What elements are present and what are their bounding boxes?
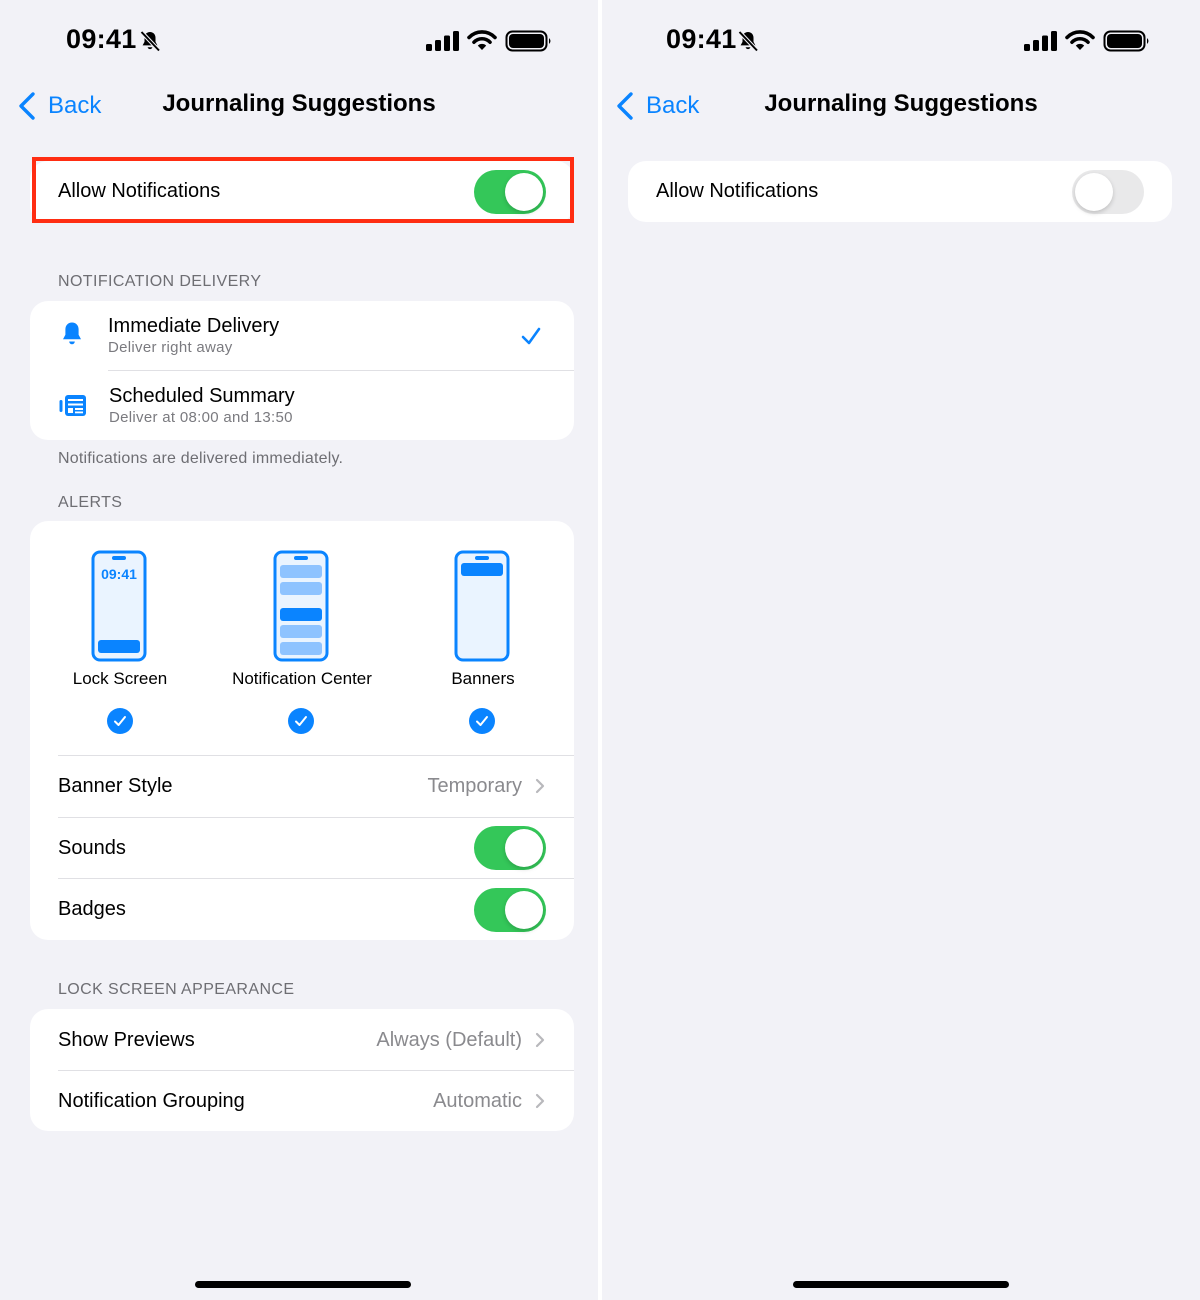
section-header-notification-delivery: NOTIFICATION DELIVERY <box>58 273 262 290</box>
left-screen: 09:41 Back Journaling Suggestions Allow … <box>0 0 598 1300</box>
lock-screen-label: Lock Screen <box>72 669 168 688</box>
badges-row: Badges <box>30 879 574 940</box>
right-screen: 09:41 Back Journaling Suggestions Allow … <box>602 0 1200 1300</box>
alerts-group: 09:41 Lock Screen Notification Center Ba… <box>30 521 574 940</box>
notification-center-label: Notification Center <box>232 669 372 688</box>
allow-notifications-row: Allow Notifications <box>628 161 1172 222</box>
toggle-knob <box>505 891 543 929</box>
toggle-knob <box>505 829 543 867</box>
checkmark-icon <box>521 327 541 345</box>
page-title: Journaling Suggestions <box>162 90 436 117</box>
alert-option-lock-screen[interactable]: 09:41 Lock Screen <box>30 521 210 751</box>
status-time: 09:41 <box>66 24 137 54</box>
checkmark-icon <box>295 716 307 726</box>
show-previews-row[interactable]: Show Previews Always (Default) <box>30 1009 574 1070</box>
cellular-signal-icon <box>1024 31 1057 51</box>
allow-notifications-label: Allow Notifications <box>656 180 819 202</box>
alert-option-notification-center[interactable]: Notification Center <box>212 521 392 751</box>
sounds-row: Sounds <box>30 818 574 878</box>
banner-style-row[interactable]: Banner Style Temporary <box>30 756 574 817</box>
immediate-delivery-subtitle: Deliver right away <box>108 339 233 356</box>
chevron-right-icon <box>535 778 545 794</box>
allow-notifications-toggle[interactable] <box>1072 170 1144 214</box>
wifi-icon <box>1065 30 1095 50</box>
badges-toggle[interactable] <box>474 888 546 932</box>
wifi-icon <box>467 30 497 50</box>
banners-check <box>469 708 495 734</box>
banners-label: Banners <box>451 669 515 688</box>
sounds-label: Sounds <box>58 837 126 859</box>
notification-center-check <box>288 708 314 734</box>
checkmark-icon <box>114 716 126 726</box>
scheduled-summary-title: Scheduled Summary <box>109 385 295 407</box>
battery-full-icon <box>1103 30 1149 52</box>
notification-grouping-value: Automatic <box>433 1090 522 1112</box>
section-header-alerts: ALERTS <box>58 494 123 511</box>
lock-screen-check <box>107 708 133 734</box>
alert-option-banners[interactable]: Banners <box>393 521 573 751</box>
notification-delivery-group: Immediate Delivery Deliver right away Sc… <box>30 301 574 440</box>
scheduled-summary-icon <box>59 395 86 416</box>
notification-center-phone-icon <box>273 550 329 662</box>
banners-phone-icon <box>454 550 510 662</box>
status-time: 09:41 <box>666 24 737 54</box>
cellular-signal-icon <box>426 31 459 51</box>
immediate-delivery-option[interactable]: Immediate Delivery Deliver right away <box>30 301 574 371</box>
scheduled-summary-subtitle: Deliver at 08:00 and 13:50 <box>109 409 293 426</box>
banner-style-label: Banner Style <box>58 775 173 797</box>
toggle-knob <box>1075 173 1113 211</box>
badges-label: Badges <box>58 898 126 920</box>
home-indicator[interactable] <box>793 1281 1009 1288</box>
show-previews-label: Show Previews <box>58 1029 195 1051</box>
chevron-right-icon <box>535 1093 545 1109</box>
sounds-toggle[interactable] <box>474 826 546 870</box>
notification-delivery-footer: Notifications are delivered immediately. <box>58 450 344 467</box>
bell-icon <box>63 322 81 345</box>
lock-screen-appearance-group: Show Previews Always (Default) Notificat… <box>30 1009 574 1131</box>
section-header-lock-screen-appearance: LOCK SCREEN APPEARANCE <box>58 981 295 998</box>
highlight-box <box>32 157 574 223</box>
page-title: Journaling Suggestions <box>764 90 1038 117</box>
banner-style-value: Temporary <box>427 775 522 797</box>
chevron-right-icon <box>535 1032 545 1048</box>
battery-full-icon <box>505 30 551 52</box>
home-indicator[interactable] <box>195 1281 411 1288</box>
show-previews-value: Always (Default) <box>376 1029 522 1051</box>
immediate-delivery-title: Immediate Delivery <box>108 315 280 337</box>
bell-slash-icon <box>140 30 161 52</box>
scheduled-summary-option[interactable]: Scheduled Summary Deliver at 08:00 and 1… <box>30 371 574 440</box>
notification-grouping-label: Notification Grouping <box>58 1090 245 1112</box>
bell-slash-icon <box>738 30 759 52</box>
lock-screen-time: 09:41 <box>101 566 137 582</box>
notification-grouping-row[interactable]: Notification Grouping Automatic <box>30 1071 574 1131</box>
checkmark-icon <box>476 716 488 726</box>
